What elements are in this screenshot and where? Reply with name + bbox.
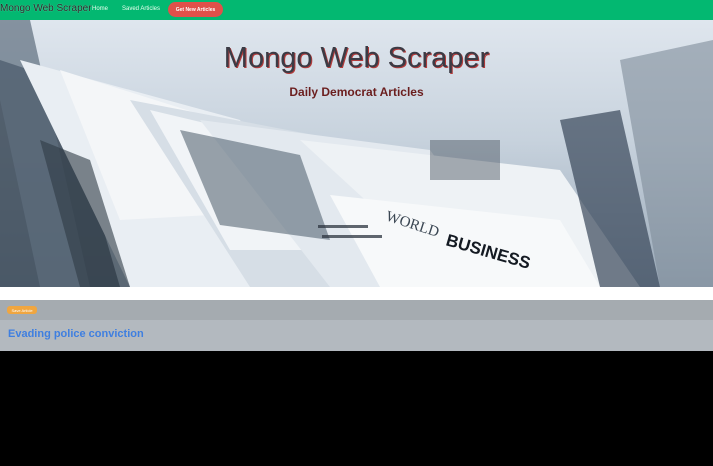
hero-title: Mongo Web Scraper — [223, 42, 490, 74]
article-card-body: Evading police conviction — [0, 320, 713, 351]
navbar-brand[interactable]: Mongo Web Scraper — [0, 3, 92, 14]
article-title-link[interactable]: Evading police conviction — [8, 328, 144, 340]
navbar: Mongo Web Scraper Home Saved Articles Ge… — [0, 0, 713, 20]
hero-subtitle: Daily Democrat Articles — [289, 85, 424, 99]
get-new-articles-button[interactable]: Get New Articles — [168, 2, 223, 17]
nav-link-saved-articles[interactable]: Saved Articles — [122, 6, 160, 12]
hero-jumbotron: WORLD BUSINESS Mongo Web Scraper Daily D… — [0, 20, 713, 287]
nav-link-home[interactable]: Home — [92, 6, 108, 12]
article-card-header: Save Article — [0, 300, 713, 320]
section-divider — [0, 287, 713, 300]
save-article-button[interactable]: Save Article — [7, 306, 37, 314]
